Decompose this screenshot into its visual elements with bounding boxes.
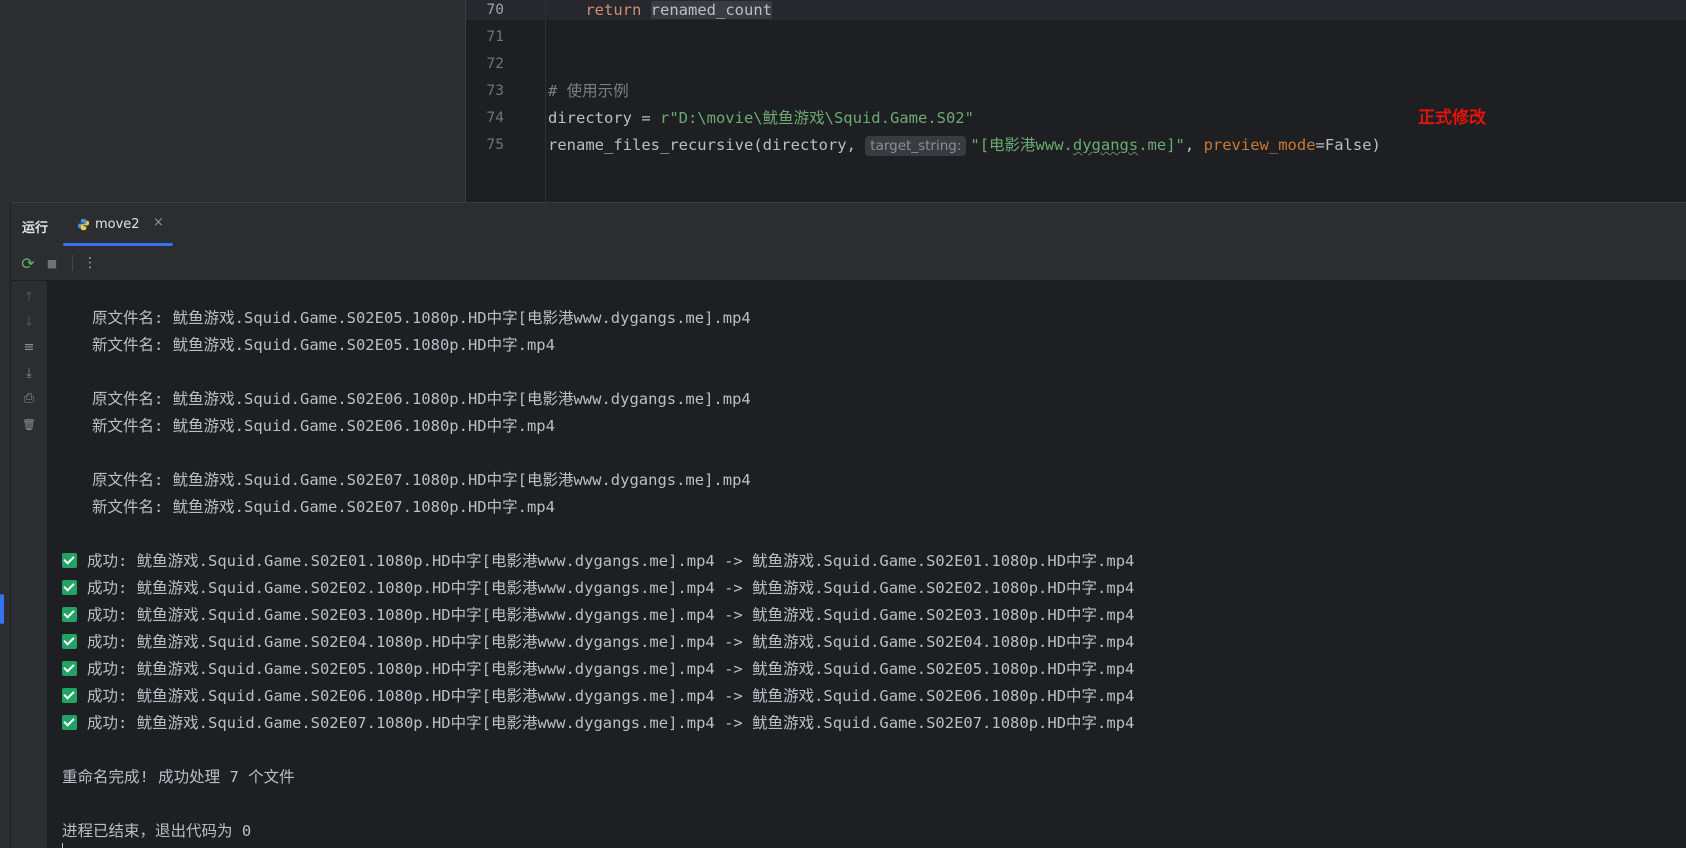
check-icon <box>62 634 77 649</box>
scroll-up-icon[interactable]: ↑ <box>20 288 38 306</box>
active-tool-marker <box>0 594 4 624</box>
success-text: 成功: 鱿鱼游戏.Squid.Game.S02E05.1080p.HD中字[电影… <box>87 660 1135 678</box>
success-text: 成功: 鱿鱼游戏.Squid.Game.S02E01.1080p.HD中字[电影… <box>87 552 1135 570</box>
code-token: "[电影港www. <box>970 136 1073 154</box>
check-icon <box>62 688 77 703</box>
check-icon <box>62 607 77 622</box>
code-token: return <box>585 1 642 19</box>
gutter-divider <box>545 0 546 202</box>
toolbar-separator <box>72 255 73 271</box>
tab-label: move2 <box>95 217 140 232</box>
success-text: 成功: 鱿鱼游戏.Squid.Game.S02E06.1080p.HD中字[电影… <box>87 687 1135 705</box>
print-icon[interactable]: ⎙ <box>20 389 38 407</box>
line-number: 74 <box>486 110 504 126</box>
parameter-hint: target_string: <box>865 136 967 156</box>
tab-move2[interactable]: move2 × <box>63 203 173 246</box>
scroll-down-icon[interactable]: ↓ <box>20 313 38 331</box>
console-side-toolbar: ↑ ↓ ≡ ⤓ ⎙ 🗑 <box>11 281 47 848</box>
exit-code-line: 进程已结束，退出代码为 0 <box>62 822 252 840</box>
success-line: 成功: 鱿鱼游戏.Squid.Game.S02E05.1080p.HD中字[电影… <box>62 660 1134 678</box>
success-text: 成功: 鱿鱼游戏.Squid.Game.S02E02.1080p.HD中字[电影… <box>87 579 1135 597</box>
code-token: =False) <box>1315 136 1381 154</box>
code-line[interactable]: # 使用示例 <box>548 82 629 109</box>
code-token: preview_mode <box>1203 136 1316 154</box>
new-filename-line: 新文件名: 鱿鱼游戏.Squid.Game.S02E06.1080p.HD中字.… <box>92 417 555 435</box>
orig-filename-line: 原文件名: 鱿鱼游戏.Squid.Game.S02E07.1080p.HD中字[… <box>92 471 751 489</box>
line-number: 73 <box>486 83 504 99</box>
run-toolbar: ⟳ ■ ⋮ <box>11 246 1686 281</box>
code-token: , <box>1184 136 1204 154</box>
code-line[interactable]: directory = r"D:\movie\鱿鱼游戏\Squid.Game.S… <box>548 109 974 136</box>
annotation-text: 正式修改 <box>1418 108 1486 128</box>
line-number: 72 <box>486 56 504 72</box>
success-line: 成功: 鱿鱼游戏.Squid.Game.S02E03.1080p.HD中字[电影… <box>62 606 1134 624</box>
code-token: .me]" <box>1138 136 1185 154</box>
project-pane <box>10 0 466 202</box>
code-line[interactable]: return renamed_count <box>548 1 772 28</box>
python-icon <box>77 218 90 231</box>
success-text: 成功: 鱿鱼游戏.Squid.Game.S02E07.1080p.HD中字[电影… <box>87 714 1135 732</box>
new-filename-line: 新文件名: 鱿鱼游戏.Squid.Game.S02E07.1080p.HD中字.… <box>92 498 555 516</box>
trash-icon[interactable]: 🗑 <box>20 415 38 433</box>
soft-wrap-icon[interactable]: ≡ <box>20 338 38 356</box>
run-tool-window-header: 运行 move2 × <box>11 202 1686 247</box>
code-token: rename_files_recursive(directory, <box>548 136 866 154</box>
success-text: 成功: 鱿鱼游戏.Squid.Game.S02E03.1080p.HD中字[电影… <box>87 606 1135 624</box>
more-options-icon[interactable]: ⋮ <box>81 254 99 272</box>
code-token: dygangs <box>1072 136 1139 154</box>
line-number: 71 <box>486 29 504 45</box>
run-panel-title: 运行 <box>22 221 49 236</box>
success-line: 成功: 鱿鱼游戏.Squid.Game.S02E02.1080p.HD中字[电影… <box>62 579 1134 597</box>
text-caret <box>62 843 63 848</box>
check-icon <box>62 553 77 568</box>
code-editor[interactable]: 70 71 72 73 74 75 return renamed_count # 使用示例 d… <box>466 0 1686 202</box>
scroll-to-end-icon[interactable]: ⤓ <box>20 364 38 382</box>
close-icon[interactable]: × <box>153 215 164 230</box>
code-token: # 使用示例 <box>548 82 629 100</box>
check-icon <box>62 580 77 595</box>
console-output[interactable]: 原文件名: 鱿鱼游戏.Squid.Game.S02E05.1080p.HD中字[… <box>48 281 1686 848</box>
check-icon <box>62 661 77 676</box>
line-number: 75 <box>486 137 504 153</box>
code-line[interactable]: rename_files_recursive(directory, target… <box>548 136 1381 163</box>
line-number: 70 <box>486 2 504 18</box>
success-line: 成功: 鱿鱼游戏.Squid.Game.S02E07.1080p.HD中字[电影… <box>62 714 1134 732</box>
success-line: 成功: 鱿鱼游戏.Squid.Game.S02E04.1080p.HD中字[电影… <box>62 633 1134 651</box>
stop-icon[interactable]: ■ <box>43 254 61 272</box>
new-filename-line: 新文件名: 鱿鱼游戏.Squid.Game.S02E05.1080p.HD中字.… <box>92 336 555 354</box>
orig-filename-line: 原文件名: 鱿鱼游戏.Squid.Game.S02E06.1080p.HD中字[… <box>92 390 751 408</box>
summary-line: 重命名完成! 成功处理 7 个文件 <box>62 768 295 786</box>
code-token: renamed_count <box>650 1 772 19</box>
line-number-gutter: 70 71 72 73 74 75 <box>466 0 546 202</box>
orig-filename-line: 原文件名: 鱿鱼游戏.Squid.Game.S02E05.1080p.HD中字[… <box>92 309 751 327</box>
success-line: 成功: 鱿鱼游戏.Squid.Game.S02E01.1080p.HD中字[电影… <box>62 552 1134 570</box>
code-token: directory = <box>548 109 660 127</box>
check-icon <box>62 715 77 730</box>
code-token: r"D:\movie\鱿鱼游戏\Squid.Game.S02" <box>659 109 974 127</box>
rerun-icon[interactable]: ⟳ <box>19 254 37 273</box>
success-line: 成功: 鱿鱼游戏.Squid.Game.S02E06.1080p.HD中字[电影… <box>62 687 1134 705</box>
success-text: 成功: 鱿鱼游戏.Squid.Game.S02E04.1080p.HD中字[电影… <box>87 633 1135 651</box>
